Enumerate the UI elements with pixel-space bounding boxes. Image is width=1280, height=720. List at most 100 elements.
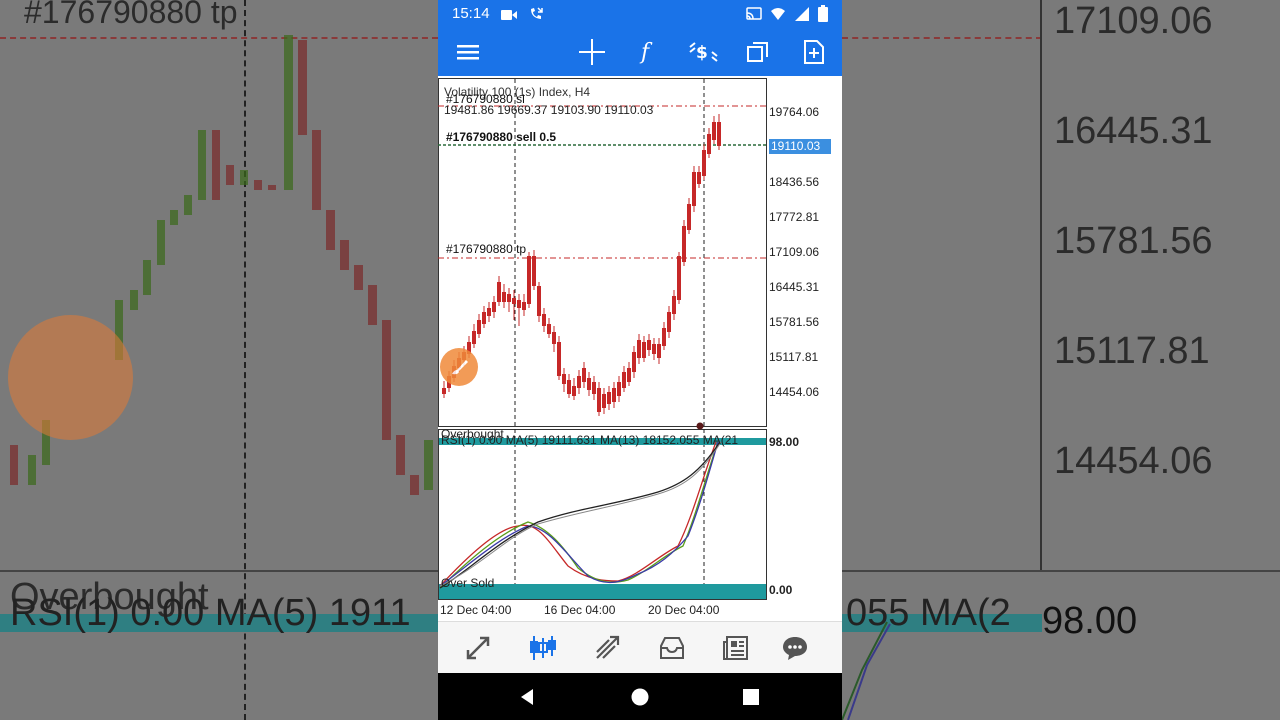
date-label: 16 Dec 04:00 (544, 603, 616, 617)
wifi-icon: x (770, 6, 786, 27)
chart-icon[interactable] (527, 632, 559, 664)
chart-canvas[interactable] (438, 76, 842, 621)
price-tick: 15781.56 (769, 315, 820, 329)
bg-right-axis-line (1040, 0, 1042, 570)
back-icon[interactable] (514, 683, 542, 711)
bg-price-2: 15781.56 (1054, 220, 1213, 262)
rsi-header: RSI(1) 0.00 MA(5) 19111.631 MA(13) 18152… (441, 433, 739, 447)
candle-body (652, 344, 656, 354)
candle-body (597, 388, 601, 412)
rsi-top-ticks: 98.00 (769, 435, 800, 449)
function-icon[interactable]: f (632, 36, 664, 68)
video-icon (501, 8, 517, 26)
candle-body (552, 332, 556, 344)
candle-body (522, 302, 526, 310)
menu-icon[interactable] (452, 36, 484, 68)
candle-body (622, 372, 626, 388)
bg-rsi-lines (842, 621, 891, 720)
candle-body (532, 256, 536, 286)
candle-body (632, 352, 636, 372)
price-tick: 14454.06 (769, 385, 820, 399)
history-icon[interactable] (656, 632, 688, 664)
candle-body (517, 300, 521, 308)
bg-brush-button (8, 315, 133, 440)
crosshair-icon[interactable] (576, 36, 608, 68)
candle-body (567, 380, 571, 394)
candle-body (662, 328, 666, 346)
candle-body (657, 344, 661, 358)
price-tick: 17109.06 (769, 245, 820, 259)
news-icon[interactable] (720, 632, 752, 664)
candle-body (482, 312, 486, 324)
new-order-icon[interactable] (798, 36, 830, 68)
background-left: #176790880 tp Overbought RSI(1) 0.00 MA(… (0, 0, 438, 720)
candle-body (712, 122, 716, 140)
candle-body (642, 342, 646, 358)
candle-body (587, 378, 591, 390)
svg-text:f: f (639, 40, 653, 65)
candle-body (717, 122, 721, 146)
candle-body (547, 324, 551, 334)
candle-body (512, 298, 516, 304)
ohlc-values: 19481.86 19669.37 19103.90 19110.03 (444, 103, 654, 117)
recents-icon[interactable] (737, 683, 765, 711)
candle-body (697, 172, 701, 184)
chart-area[interactable]: Volatility 100 (1s) Index, H4 #176790880… (438, 76, 842, 621)
price-tick: 18436.56 (769, 175, 820, 189)
candle-body (637, 340, 641, 358)
battery-icon (818, 5, 828, 27)
phone-screen: 15:14 x f $ Volatility 100 (1s) Index, H… (438, 0, 842, 720)
sell-label: #176790880 sell 0.5 (446, 130, 557, 144)
signal-icon (794, 6, 810, 27)
candle-body (602, 394, 606, 408)
toolbar: f $ (438, 28, 842, 76)
trade-icon[interactable]: $ (687, 36, 719, 68)
candle-body (572, 386, 576, 396)
candle-body (592, 382, 596, 394)
candle-body (507, 294, 511, 302)
bg-rsi-text: RSI(1) 0.00 MA(5) 1911 (10, 592, 411, 634)
bg-candles-left (10, 35, 433, 495)
candle-body (682, 226, 686, 262)
candle-body (667, 312, 671, 332)
candle-body (687, 204, 691, 230)
bg-price-top: 17109.06 (1054, 0, 1213, 42)
price-tick: 19764.06 (769, 105, 820, 119)
candle-body (537, 286, 541, 316)
svg-text:$: $ (696, 43, 708, 63)
candle-body (562, 374, 566, 384)
system-nav-bar (438, 673, 842, 720)
candle-body (577, 376, 581, 388)
price-tick: 16445.31 (769, 280, 820, 294)
candle-body (702, 150, 706, 176)
bg-price-4: 14454.06 (1054, 440, 1213, 482)
candle-body (472, 331, 476, 344)
bottom-nav (438, 621, 842, 674)
trade-tab-icon[interactable] (592, 632, 624, 664)
chat-icon[interactable] (779, 632, 811, 664)
candle-body (487, 308, 491, 316)
candle-body (477, 320, 481, 334)
bg-price-3: 15117.81 (1054, 330, 1210, 372)
candle-body (692, 172, 696, 206)
candle-body (557, 342, 561, 376)
candle-body (647, 340, 651, 350)
status-bar: 15:14 x (438, 0, 842, 28)
candle-body (677, 256, 681, 300)
windows-icon[interactable] (742, 36, 774, 68)
candle-body (502, 292, 506, 302)
candle-body (582, 368, 586, 382)
home-icon[interactable] (626, 683, 654, 711)
tp-label: #176790880 tp (446, 242, 527, 256)
svg-text:x: x (771, 14, 775, 22)
bg-rsi-value: 98.00 (1042, 600, 1138, 642)
oversold-label: Over Sold (441, 576, 495, 590)
candle-body (542, 314, 546, 326)
candle-body (672, 296, 676, 314)
quotes-icon[interactable] (462, 632, 494, 664)
bg-price-1: 16445.31 (1054, 110, 1213, 152)
bg-tp-line-right (842, 37, 1042, 39)
date-label: 20 Dec 04:00 (648, 603, 720, 617)
brush-icon (452, 360, 468, 375)
brush-button[interactable] (440, 348, 478, 386)
